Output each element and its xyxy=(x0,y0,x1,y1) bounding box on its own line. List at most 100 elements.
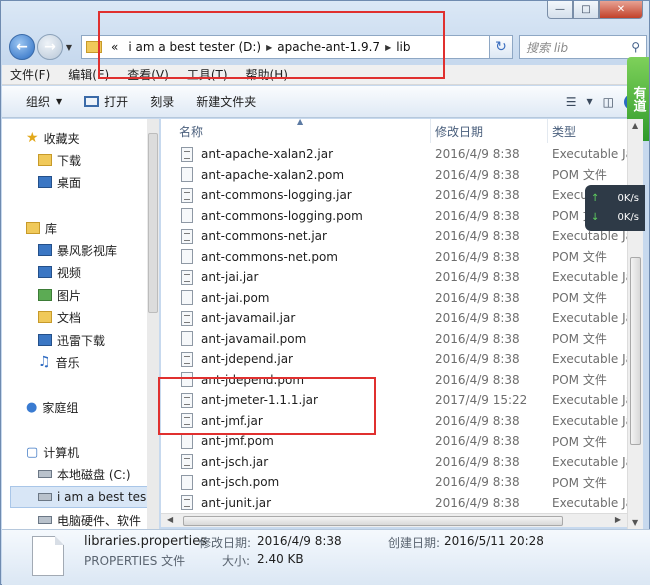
file-modified-date: 2016/4/9 8:38 xyxy=(435,372,520,387)
selected-file-type: PROPERTIES 文件 xyxy=(84,554,186,568)
back-button[interactable]: ← xyxy=(9,34,35,60)
file-list-hscrollbar[interactable]: ◀ ▶ xyxy=(161,513,627,527)
preview-pane-icon[interactable]: ◫ xyxy=(603,95,614,109)
file-list-scrollbar[interactable]: ▲ ▼ xyxy=(627,119,643,529)
view-dropdown-icon[interactable]: ▼ xyxy=(587,97,593,106)
jar-file-icon xyxy=(181,228,193,244)
file-row[interactable]: ant-apache-xalan2.jar 2016/4/9 8:38 Execut… xyxy=(161,144,627,165)
menu-file[interactable]: 文件(F) xyxy=(10,66,50,83)
file-row[interactable]: ant-commons-net.jar 2016/4/9 8:38 Executab… xyxy=(161,226,627,247)
organize-button[interactable]: 组织 ▼ xyxy=(26,93,62,110)
scroll-down-icon[interactable]: ▼ xyxy=(632,518,638,527)
nav-drive-e[interactable]: 电脑硬件、软件 xyxy=(38,509,154,529)
file-list-scroll-thumb[interactable] xyxy=(630,257,641,445)
nav-videos[interactable]: 视频 xyxy=(38,261,154,283)
breadcrumb-apache-ant[interactable]: apache-ant-1.9.7 xyxy=(272,40,385,54)
file-row[interactable]: ant-jai.pom 2016/4/9 8:38 POM 文件 xyxy=(161,288,627,309)
pom-file-icon xyxy=(181,290,193,306)
nav-homegroup-label: 家庭组 xyxy=(42,400,79,415)
nav-desktop-label: 桌面 xyxy=(57,175,82,190)
forward-button[interactable]: → xyxy=(37,34,63,60)
refresh-button[interactable]: ↻ xyxy=(489,35,513,59)
homegroup-icon: ● xyxy=(26,399,38,415)
file-row[interactable]: ant-javamail.pom 2016/4/9 8:38 POM 文件 xyxy=(161,329,627,350)
file-row[interactable]: ant-commons-logging.pom 2016/4/9 8:38 POM … xyxy=(161,206,627,227)
scroll-up-icon[interactable]: ▲ xyxy=(632,121,638,130)
view-options-icon[interactable]: ☰ xyxy=(566,95,577,109)
menu-view[interactable]: 查看(V) xyxy=(127,66,169,83)
scroll-right-icon[interactable]: ▶ xyxy=(615,515,621,524)
nav-documents[interactable]: 文档 xyxy=(38,306,154,328)
maximize-button[interactable]: □ xyxy=(573,1,599,19)
file-row[interactable]: ant-commons-net.pom 2016/4/9 8:38 POM 文件 xyxy=(161,247,627,268)
network-speed-widget: ↑ 0K/s ↓ 0K/s xyxy=(585,185,645,231)
file-modified-date: 2016/4/9 8:38 xyxy=(435,167,520,182)
file-row[interactable]: ant-jdepend.jar 2016/4/9 8:38 Executable J… xyxy=(161,349,627,370)
close-button[interactable]: ✕ xyxy=(599,1,643,19)
menu-tools[interactable]: 工具(T) xyxy=(187,66,228,83)
file-row[interactable]: ant-jmeter-1.1.1.jar 2017/4/9 15:22 Execut… xyxy=(161,390,627,411)
nav-desktop[interactable]: 桌面 xyxy=(38,171,154,193)
pom-file-icon xyxy=(181,474,193,490)
nav-local-disk-c[interactable]: 本地磁盘 (C:) xyxy=(38,463,154,485)
pom-file-icon xyxy=(181,372,193,388)
search-input[interactable]: 搜索 lib ⚲ xyxy=(519,35,647,59)
file-row[interactable]: ant-commons-logging.jar2016/4/9 8:38Exec… xyxy=(161,185,627,206)
nav-computer-label: 计算机 xyxy=(43,445,80,460)
burn-button[interactable]: 刻录 xyxy=(150,93,174,110)
nav-favorites-label: 收藏夹 xyxy=(43,131,80,146)
column-date-label: 修改日期 xyxy=(435,124,484,139)
open-button[interactable]: 打开 xyxy=(84,93,128,110)
file-row[interactable]: ant-jsch.jar 2016/4/9 8:38 Executable Ja xyxy=(161,452,627,473)
file-name: ant-commons-logging.pom xyxy=(201,208,363,223)
file-row[interactable]: ant-jsch.pom 2016/4/9 8:38 POM 文件 xyxy=(161,472,627,493)
nav-storm-library[interactable]: 暴风影视库 xyxy=(38,239,154,261)
scroll-left-icon[interactable]: ◀ xyxy=(167,515,173,524)
nav-favorites[interactable]: ★ 收藏夹 xyxy=(26,127,154,149)
jar-file-icon xyxy=(181,413,193,429)
nav-music[interactable]: ♫ 音乐 xyxy=(38,351,154,373)
nav-drive-d[interactable]: i am a best tes xyxy=(10,486,154,508)
file-row[interactable]: ant-jdepend.pom 2016/4/9 8:38 POM 文件 xyxy=(161,370,627,391)
file-row[interactable]: ant-jai.jar 2016/4/9 8:38 Executable Ja xyxy=(161,267,627,288)
nav-pictures[interactable]: 图片 xyxy=(38,284,154,306)
file-modified-date: 2016/4/9 8:38 xyxy=(435,270,520,285)
computer-icon: ▢ xyxy=(26,444,39,460)
minimize-button[interactable]: — xyxy=(547,1,573,19)
star-icon: ★ xyxy=(26,130,39,146)
file-modified-date: 2016/4/9 8:38 xyxy=(435,208,520,223)
nav-pictures-label: 图片 xyxy=(57,288,82,303)
file-row[interactable]: ant-jmf.pom 2016/4/9 8:38 POM 文件 xyxy=(161,431,627,452)
column-header-type[interactable]: 类型 xyxy=(548,119,627,143)
recent-pages-dropdown[interactable]: ▼ xyxy=(63,43,75,52)
breadcrumb-drive-d[interactable]: i am a best tester (D:) xyxy=(123,40,266,54)
menu-edit[interactable]: 编辑(E) xyxy=(68,66,109,83)
nav-storm-label: 暴风影视库 xyxy=(57,243,118,258)
column-header-date[interactable]: 修改日期 xyxy=(431,119,548,143)
nav-homegroup[interactable]: ● 家庭组 xyxy=(26,396,154,418)
new-folder-button[interactable]: 新建文件夹 xyxy=(196,93,256,110)
windows-drive-icon xyxy=(38,470,52,478)
jar-file-icon xyxy=(181,187,193,203)
file-modified-date: 2016/4/9 8:38 xyxy=(435,229,520,244)
nav-computer[interactable]: ▢ 计算机 xyxy=(26,441,154,463)
nav-downloads[interactable]: 下载 xyxy=(38,149,154,171)
nav-thunder[interactable]: 迅雷下载 xyxy=(38,329,154,351)
breadcrumb-lib[interactable]: lib xyxy=(391,40,415,54)
search-icon[interactable]: ⚲ xyxy=(631,40,640,54)
nav-libraries[interactable]: 库 xyxy=(26,217,154,239)
menu-help[interactable]: 帮助(H) xyxy=(246,66,288,83)
file-name: ant-jsch.pom xyxy=(201,475,280,490)
file-row[interactable]: ant-jmf.jar 2016/4/9 8:38 Executable Ja xyxy=(161,411,627,432)
nav-pane-scrollbar[interactable] xyxy=(147,119,159,529)
breadcrumb-overflow[interactable]: « xyxy=(106,40,123,54)
file-type: Executable Ja xyxy=(552,495,627,510)
file-list-hscroll-thumb[interactable] xyxy=(183,516,563,526)
file-row[interactable]: ant-javamail.jar 2016/4/9 8:38 Executable … xyxy=(161,308,627,329)
file-name: ant-junit.jar xyxy=(201,495,272,510)
file-name: ant-commons-net.jar xyxy=(201,229,327,244)
file-row[interactable]: ant-apache-xalan2.pom 2016/4/9 8:38 POM 文件 xyxy=(161,165,627,186)
nav-pane-scroll-thumb[interactable] xyxy=(148,133,158,313)
address-bar[interactable]: « i am a best tester (D:) ▶ apache-ant-1… xyxy=(81,35,513,59)
file-row[interactable]: ant-junit.jar 2016/4/9 8:38 Executable Ja xyxy=(161,493,627,514)
